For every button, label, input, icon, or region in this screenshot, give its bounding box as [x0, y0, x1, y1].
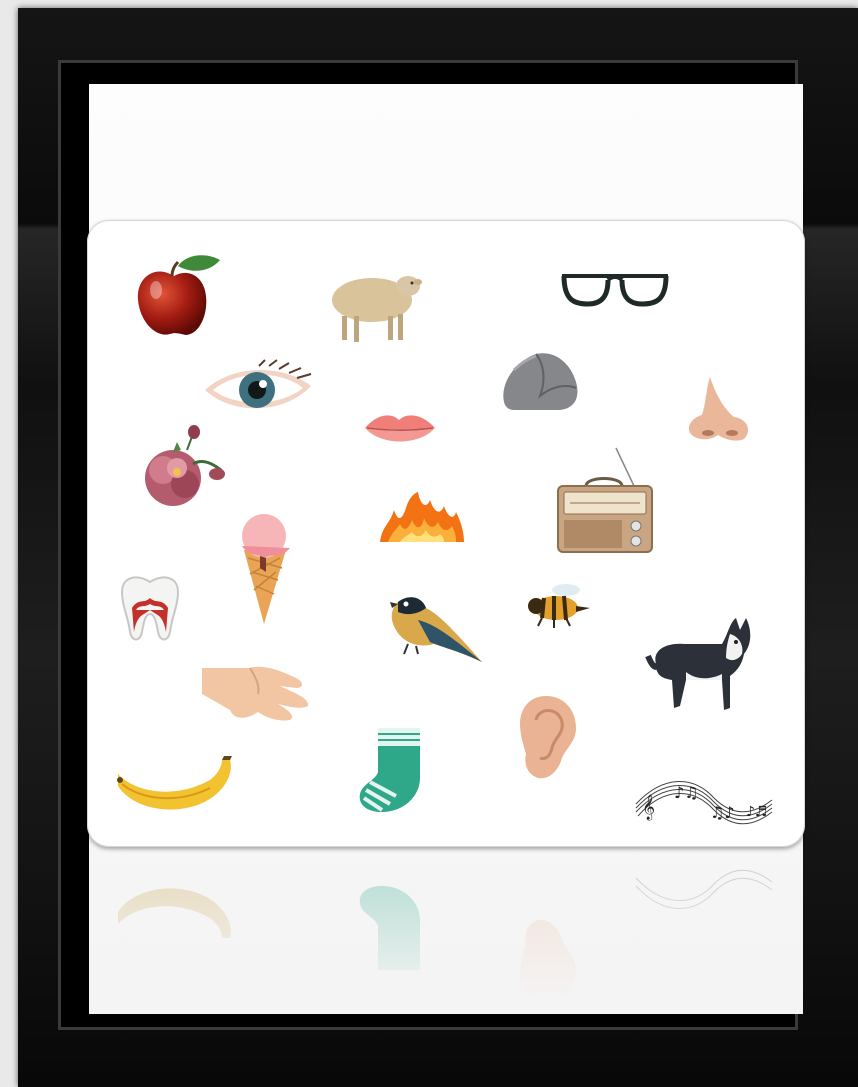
- glasses-icon[interactable]: [560, 270, 670, 308]
- ear-reflection: [520, 919, 576, 1002]
- eye-icon[interactable]: [203, 359, 315, 418]
- svg-text:𝄞: 𝄞: [642, 794, 655, 820]
- music-notes-icon[interactable]: 𝄞 ♪♫ ♫♪ ♪♬: [634, 774, 774, 832]
- dog-icon[interactable]: [645, 614, 754, 714]
- bee-icon[interactable]: [526, 584, 592, 628]
- sheep-icon[interactable]: [330, 268, 424, 346]
- sock-icon[interactable]: [356, 726, 422, 814]
- svg-text:♪♬: ♪♬: [746, 804, 768, 820]
- music-notes-reflection: [635, 869, 773, 909]
- banana-icon[interactable]: [114, 756, 236, 816]
- tooth-icon[interactable]: [118, 574, 182, 644]
- apple-icon[interactable]: [134, 252, 224, 340]
- hand-icon[interactable]: [200, 660, 312, 724]
- nose-icon[interactable]: [686, 375, 752, 443]
- radio-icon[interactable]: [556, 446, 654, 556]
- flower-icon[interactable]: [133, 424, 227, 510]
- sock-reflection: [359, 886, 420, 970]
- banana-reflection: [118, 888, 231, 938]
- svg-text:♪♫: ♪♫: [674, 783, 699, 802]
- ear-icon[interactable]: [518, 694, 578, 782]
- card-reflection: [92, 852, 800, 1002]
- fire-icon[interactable]: [378, 490, 466, 546]
- bird-icon[interactable]: [378, 592, 484, 668]
- lips-icon[interactable]: [363, 410, 437, 448]
- svg-text:♫♪: ♫♪: [710, 803, 735, 822]
- ice-cream-icon[interactable]: [236, 512, 294, 626]
- rock-icon[interactable]: [500, 350, 580, 412]
